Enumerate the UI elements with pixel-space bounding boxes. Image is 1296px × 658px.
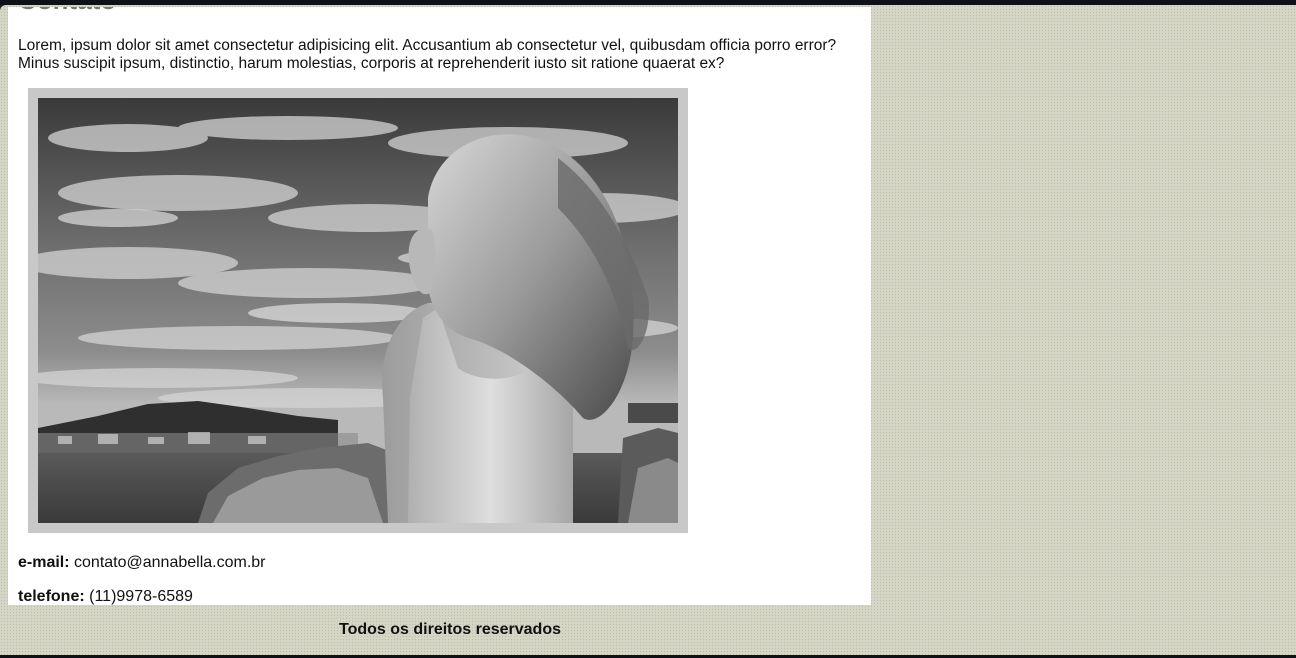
contact-photo <box>38 98 678 523</box>
intro-paragraph: Lorem, ipsum dolor sit amet consectetur … <box>18 37 837 72</box>
footer-copyright: Todos os direitos reservados <box>339 621 561 638</box>
email-value: contato@annabella.com.br <box>74 554 266 571</box>
photo-frame <box>28 88 688 533</box>
page-viewport: Contato Lorem, ipsum dolor sit amet cons… <box>0 5 1296 655</box>
page-title: Contato <box>18 7 116 16</box>
phone-label: telefone: <box>18 588 85 605</box>
main-content: Contato Lorem, ipsum dolor sit amet cons… <box>8 7 871 605</box>
email-line: e-mail: contato@annabella.com.br <box>18 554 266 572</box>
phone-value: (11)9978-6589 <box>89 588 193 605</box>
phone-line: telefone: (11)9978-6589 <box>18 588 193 605</box>
email-label: e-mail: <box>18 554 70 571</box>
